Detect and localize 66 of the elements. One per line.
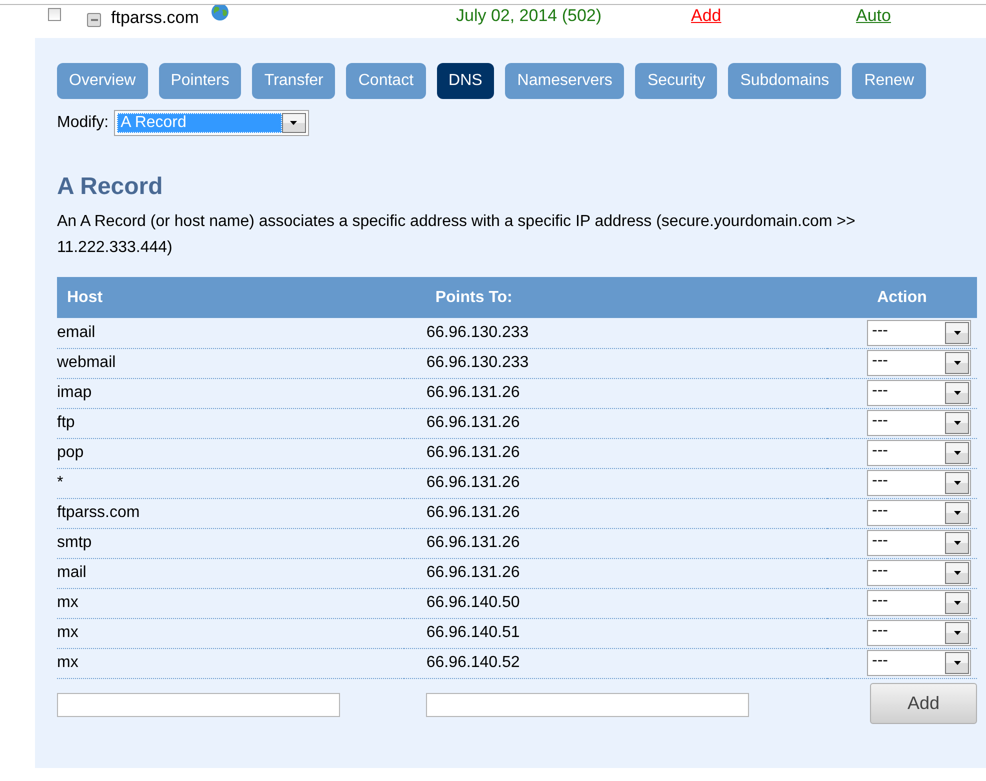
host-cell: pop: [57, 444, 84, 461]
action-dropdown[interactable]: ---: [867, 500, 971, 526]
action-dropdown[interactable]: ---: [867, 530, 971, 556]
host-cell: imap: [57, 384, 92, 401]
section-title: A Record: [57, 173, 164, 201]
caret-icon: [954, 601, 960, 605]
ip-cell: 66.96.140.50: [426, 594, 520, 611]
ip-cell: 66.96.130.233: [426, 324, 529, 341]
action-dropdown[interactable]: ---: [867, 410, 971, 436]
action-dropdown[interactable]: ---: [867, 560, 971, 586]
caret-icon: [954, 421, 960, 425]
ip-cell: 66.96.131.26: [426, 414, 520, 431]
tab[interactable]: DNS: [436, 63, 494, 99]
action-dropdown[interactable]: ---: [867, 320, 971, 346]
host-cell: email: [57, 324, 96, 341]
host-cell: mx: [57, 594, 78, 611]
ip-cell: 66.96.131.26: [426, 474, 520, 491]
points-to-input[interactable]: [426, 693, 750, 717]
globe-icon: [209, 5, 231, 21]
caret-icon: [954, 481, 960, 485]
auto-renew-link[interactable]: Auto: [856, 6, 891, 26]
host-cell: mx: [57, 654, 78, 671]
caret-icon: [954, 451, 960, 455]
caret-icon: [954, 631, 960, 635]
action-dropdown[interactable]: ---: [867, 440, 971, 466]
caret-icon: [954, 571, 960, 575]
action-dropdown[interactable]: ---: [867, 590, 971, 616]
host-cell: ftparss.com: [57, 504, 140, 521]
ip-cell: 66.96.131.26: [426, 504, 520, 521]
host-input[interactable]: [57, 693, 340, 717]
action-dropdown[interactable]: ---: [867, 380, 971, 406]
column-header: Host: [67, 288, 103, 306]
checkbox[interactable]: [48, 8, 61, 21]
column-header: Action: [877, 288, 927, 306]
action-dropdown[interactable]: ---: [867, 650, 971, 676]
action-dropdown[interactable]: ---: [867, 350, 971, 376]
caret-icon: [954, 391, 960, 395]
action-dropdown[interactable]: ---: [867, 620, 971, 646]
ip-cell: 66.96.131.26: [426, 384, 520, 401]
expiry-date: July 02, 2014 (502): [456, 6, 602, 26]
caret-icon: [954, 361, 960, 365]
ip-cell: 66.96.131.26: [426, 444, 520, 461]
caret-icon: [954, 541, 960, 545]
caret-icon: [954, 661, 960, 665]
host-cell: ftp: [57, 414, 75, 431]
ip-cell: 66.96.131.26: [426, 564, 520, 581]
ip-cell: 66.96.140.52: [426, 654, 520, 671]
host-cell: webmail: [57, 354, 116, 371]
host-cell: mx: [57, 624, 78, 641]
host-cell: *: [57, 474, 64, 491]
ip-cell: 66.96.130.233: [426, 354, 529, 371]
caret-icon: [954, 511, 960, 515]
column-header: Points To:: [435, 288, 512, 306]
add-link[interactable]: Add: [691, 6, 722, 26]
modify-label: Modify:: [57, 114, 109, 132]
section-description: An A Record (or host name) associates a specific address with a specific IP address (secure.yourdomain.com >> 11.222.333.444): [57, 212, 856, 258]
action-dropdown[interactable]: ---: [867, 470, 971, 496]
caret-icon: [954, 330, 960, 335]
add-button[interactable]: Add: [870, 682, 977, 724]
ip-cell: 66.96.140.51: [426, 624, 520, 641]
host-cell: mail: [57, 564, 86, 581]
domain-name: ftparss.com: [111, 8, 199, 28]
ip-cell: 66.96.131.26: [426, 534, 520, 551]
collapse-icon[interactable]: [87, 13, 101, 27]
host-cell: smtp: [57, 534, 92, 551]
caret-icon: [290, 121, 298, 125]
